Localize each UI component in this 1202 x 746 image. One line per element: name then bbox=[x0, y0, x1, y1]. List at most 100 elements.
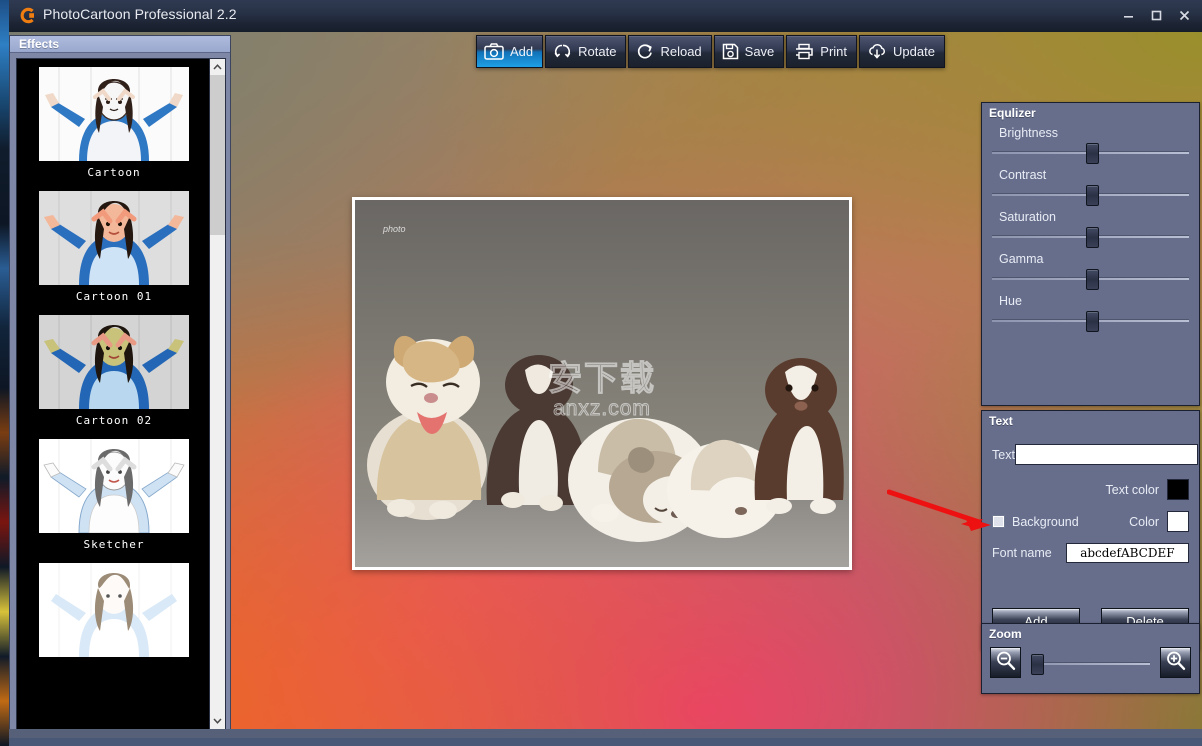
scrollbar-thumb[interactable] bbox=[210, 75, 225, 235]
slider-label-hue: Hue bbox=[999, 294, 1022, 308]
slider-knob[interactable] bbox=[1085, 185, 1099, 206]
minimize-button[interactable] bbox=[1114, 4, 1142, 26]
effect-thumbnail-cartoon-02 bbox=[39, 315, 189, 409]
list-item[interactable]: Cartoon 01 bbox=[17, 183, 211, 307]
text-color-label: Text color bbox=[1105, 482, 1160, 497]
toolbar-button-save[interactable]: Save bbox=[713, 35, 785, 68]
toolbar-label-update: Update bbox=[893, 44, 935, 59]
slider-label-contrast: Contrast bbox=[999, 168, 1047, 182]
magnifier-minus-icon bbox=[995, 650, 1016, 676]
slider-saturation[interactable] bbox=[992, 226, 1189, 248]
window-title: PhotoCartoon Professional 2.2 bbox=[43, 6, 237, 22]
effect-label: Cartoon bbox=[87, 166, 141, 179]
slider-contrast[interactable] bbox=[992, 184, 1189, 206]
zoom-panel-title: Zoom bbox=[989, 627, 1022, 641]
list-item[interactable]: Cartoon bbox=[17, 59, 211, 183]
background-color-swatch[interactable] bbox=[1167, 511, 1189, 532]
font-name-field[interactable]: abcdefABCDEF bbox=[1065, 543, 1189, 563]
toolbar-button-rotate[interactable]: Rotate bbox=[545, 35, 627, 68]
effect-label: Cartoon 02 bbox=[75, 414, 153, 427]
client-area: Add Rotate Reload Save Print Update Effe… bbox=[9, 32, 1202, 738]
toolbar-button-update[interactable]: Update bbox=[859, 35, 945, 68]
effects-scrollbar[interactable] bbox=[209, 59, 225, 729]
background-checkbox[interactable] bbox=[992, 515, 1005, 528]
effects-list-container: Cartoon Cartoon 01 Cartoon 02 Sketcher bbox=[16, 58, 226, 730]
slider-knob[interactable] bbox=[1085, 227, 1099, 248]
toolbar-label-reload: Reload bbox=[660, 44, 702, 59]
image-canvas-frame[interactable]: photo 安下载 anxz.com bbox=[352, 197, 852, 570]
slider-label-brightness: Brightness bbox=[999, 126, 1059, 140]
toolbar-label-rotate: Rotate bbox=[578, 44, 617, 59]
text-color-swatch[interactable] bbox=[1167, 479, 1189, 500]
list-item[interactable] bbox=[17, 555, 211, 666]
background-color-label: Color bbox=[1129, 514, 1159, 529]
zoom-panel: Zoom bbox=[981, 623, 1200, 694]
effect-thumbnail-cartoon-01 bbox=[39, 191, 189, 285]
window-bottom-strip bbox=[9, 729, 1202, 738]
toolbar-label-print: Print bbox=[820, 44, 848, 59]
reload-icon bbox=[636, 43, 654, 60]
effects-panel-header: Effects bbox=[10, 36, 230, 53]
equalizer-row-gamma: Gamma bbox=[992, 252, 1189, 290]
font-name-label: Font name bbox=[992, 546, 1052, 560]
toolbar-label-add: Add bbox=[510, 44, 534, 59]
puppies-photo bbox=[355, 200, 849, 567]
list-item[interactable]: Cartoon 02 bbox=[17, 307, 211, 431]
photo-signature: photo bbox=[383, 224, 406, 234]
effect-label: Sketcher bbox=[83, 538, 145, 551]
image-canvas[interactable]: photo 安下载 anxz.com bbox=[355, 200, 849, 567]
toolbar-button-print[interactable]: Print bbox=[786, 35, 858, 68]
zoom-slider-knob[interactable] bbox=[1031, 653, 1044, 675]
rotate-icon bbox=[553, 43, 572, 60]
slider-rail bbox=[1031, 661, 1150, 665]
application-window: PhotoCartoon Professional 2.2 Add Rotate… bbox=[0, 0, 1202, 746]
text-field-label: Text bbox=[992, 447, 1015, 462]
equalizer-panel-title: Equlizer bbox=[989, 106, 1036, 120]
close-button[interactable] bbox=[1170, 4, 1198, 26]
magnifier-plus-icon bbox=[1165, 650, 1186, 676]
maximize-button[interactable] bbox=[1142, 4, 1170, 26]
zoom-slider[interactable] bbox=[1031, 653, 1150, 675]
effect-thumbnail-sketcher bbox=[39, 439, 189, 533]
zoom-out-button[interactable] bbox=[990, 647, 1021, 678]
equalizer-row-contrast: Contrast bbox=[992, 168, 1189, 206]
slider-knob[interactable] bbox=[1085, 311, 1099, 332]
equalizer-row-saturation: Saturation bbox=[992, 210, 1189, 248]
title-bar: PhotoCartoon Professional 2.2 bbox=[9, 0, 1202, 33]
desktop-background-sliver bbox=[0, 0, 9, 746]
toolbar-button-add[interactable]: Add bbox=[476, 35, 544, 68]
chevron-up-icon[interactable] bbox=[210, 59, 225, 75]
slider-label-gamma: Gamma bbox=[999, 252, 1044, 266]
equalizer-row-hue: Hue bbox=[992, 294, 1189, 332]
slider-brightness[interactable] bbox=[992, 142, 1189, 164]
toolbar-button-reload[interactable]: Reload bbox=[628, 35, 712, 68]
toolbar-label-save: Save bbox=[744, 44, 775, 59]
zoom-in-button[interactable] bbox=[1160, 647, 1191, 678]
app-logo-icon bbox=[19, 7, 36, 24]
red-arrow-icon bbox=[886, 487, 992, 537]
text-input[interactable] bbox=[1014, 444, 1198, 465]
printer-icon bbox=[794, 43, 814, 60]
slider-knob[interactable] bbox=[1085, 143, 1099, 164]
slider-gamma[interactable] bbox=[992, 268, 1189, 290]
text-panel: Text Text Text color Background Color Fo… bbox=[981, 410, 1200, 650]
camera-icon bbox=[484, 43, 504, 60]
effect-thumbnail-cartoon bbox=[39, 67, 189, 161]
window-controls bbox=[1114, 4, 1198, 26]
background-label: Background bbox=[1012, 514, 1079, 529]
cloud-download-icon bbox=[867, 43, 887, 60]
floppy-icon bbox=[722, 43, 739, 60]
effect-thumbnail-extra bbox=[39, 563, 189, 657]
main-toolbar: Add Rotate Reload Save Print Update bbox=[476, 35, 945, 68]
effects-panel: Effects Cartoon Cartoon 01 Cartoon 02 Sk… bbox=[9, 35, 231, 735]
equalizer-row-brightness: Brightness bbox=[992, 126, 1189, 164]
effects-list[interactable]: Cartoon Cartoon 01 Cartoon 02 Sketcher bbox=[17, 59, 211, 729]
slider-label-saturation: Saturation bbox=[999, 210, 1056, 224]
equalizer-panel: Equlizer Brightness Contrast Saturation bbox=[981, 102, 1200, 406]
text-panel-title: Text bbox=[989, 414, 1013, 428]
list-item[interactable]: Sketcher bbox=[17, 431, 211, 555]
effect-label: Cartoon 01 bbox=[75, 290, 153, 303]
slider-hue[interactable] bbox=[992, 310, 1189, 332]
slider-knob[interactable] bbox=[1085, 269, 1099, 290]
chevron-down-icon[interactable] bbox=[210, 713, 225, 729]
